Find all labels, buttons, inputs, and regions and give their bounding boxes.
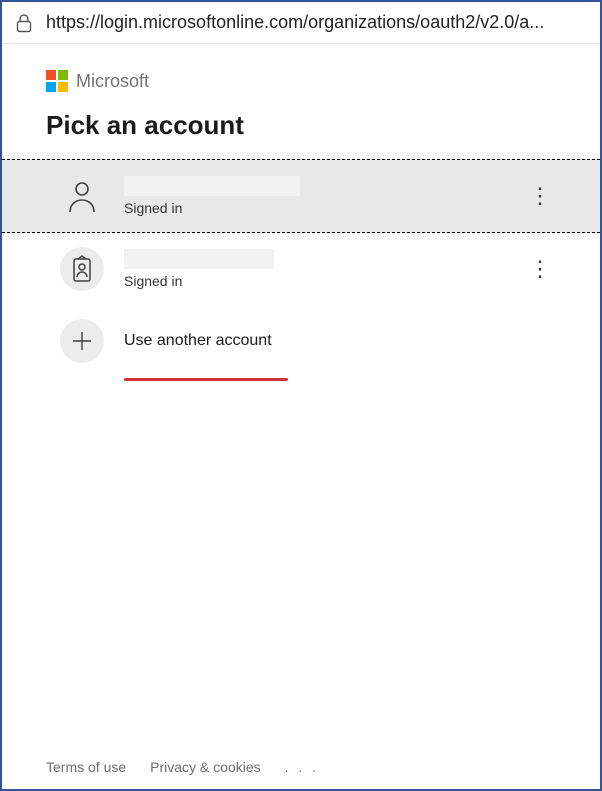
account-name-redacted bbox=[124, 176, 300, 196]
account-list: Signed in ⋮ Signed in ⋮ bbox=[2, 159, 600, 387]
terms-link[interactable]: Terms of use bbox=[46, 759, 126, 775]
account-name-redacted bbox=[124, 249, 274, 269]
footer: Terms of use Privacy & cookies . . . bbox=[2, 759, 600, 775]
use-another-account-row[interactable]: Use another account bbox=[2, 305, 600, 387]
page-title: Pick an account bbox=[46, 110, 556, 141]
plus-icon bbox=[60, 319, 104, 363]
badge-icon bbox=[60, 247, 104, 291]
microsoft-logo-icon bbox=[46, 70, 68, 92]
account-row[interactable]: Signed in ⋮ bbox=[2, 233, 600, 305]
person-icon bbox=[60, 174, 104, 218]
account-info: Signed in bbox=[124, 249, 504, 289]
url-text[interactable]: https://login.microsoftonline.com/organi… bbox=[46, 12, 590, 33]
brand: Microsoft bbox=[46, 70, 556, 92]
lock-icon bbox=[12, 11, 36, 35]
content: Microsoft Pick an account Signed in ⋮ bbox=[2, 44, 600, 387]
account-info: Signed in bbox=[124, 176, 504, 216]
address-bar: https://login.microsoftonline.com/organi… bbox=[2, 2, 600, 44]
account-status: Signed in bbox=[124, 200, 504, 216]
use-another-account-label: Use another account bbox=[124, 332, 272, 350]
window-frame: https://login.microsoftonline.com/organi… bbox=[0, 0, 602, 791]
account-menu-button[interactable]: ⋮ bbox=[524, 183, 556, 209]
account-row[interactable]: Signed in ⋮ bbox=[2, 159, 600, 233]
more-icon[interactable]: . . . bbox=[285, 759, 319, 775]
highlight-underline bbox=[124, 378, 288, 381]
account-status: Signed in bbox=[124, 273, 504, 289]
privacy-link[interactable]: Privacy & cookies bbox=[150, 759, 260, 775]
brand-name: Microsoft bbox=[76, 71, 149, 92]
account-menu-button[interactable]: ⋮ bbox=[524, 256, 556, 282]
